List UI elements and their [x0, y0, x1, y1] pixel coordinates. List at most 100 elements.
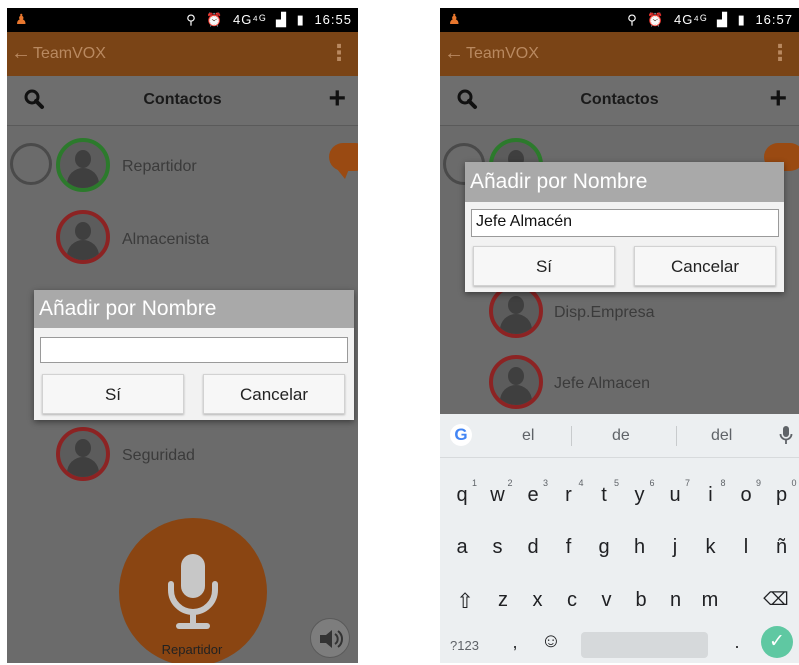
- person-alert-icon: ♟: [15, 11, 28, 27]
- chat-bubble-icon[interactable]: [329, 143, 358, 179]
- key-i[interactable]: i8: [698, 478, 725, 507]
- key-u[interactable]: u7: [662, 478, 690, 507]
- key-hint: 7: [684, 478, 690, 488]
- key-y[interactable]: y6: [627, 478, 655, 507]
- contact-row[interactable]: Jefe Almacen: [440, 353, 799, 413]
- key-z[interactable]: z: [490, 589, 516, 612]
- key-j[interactable]: j: [662, 536, 688, 559]
- name-input[interactable]: Jefe Almacén: [471, 209, 779, 237]
- symbols-key[interactable]: ?123: [450, 638, 479, 653]
- key-o[interactable]: o9: [733, 478, 761, 507]
- back-arrow-icon[interactable]: ←: [11, 42, 31, 65]
- enter-key[interactable]: ✓: [761, 626, 793, 658]
- suggestion[interactable]: del: [711, 427, 732, 445]
- key-a[interactable]: a: [449, 536, 475, 559]
- key-w[interactable]: w2: [485, 478, 512, 507]
- key-ñ[interactable]: ñ: [769, 536, 795, 559]
- key-e[interactable]: e3: [520, 478, 548, 507]
- back-arrow-icon[interactable]: ←: [444, 42, 464, 65]
- key-n[interactable]: n: [663, 589, 689, 612]
- key-d[interactable]: d: [520, 536, 546, 559]
- yes-button[interactable]: Sí: [473, 246, 615, 286]
- comma-key[interactable]: ,: [502, 632, 528, 653]
- key-v[interactable]: v: [594, 589, 620, 612]
- status-bar: ♟ ⚲ ⏰ 4G⁴ᴳ ▟ ▮ 16:57: [440, 8, 799, 32]
- suggestion[interactable]: el: [522, 427, 534, 445]
- key-g[interactable]: g: [591, 536, 617, 559]
- app-title: TeamVOX: [466, 45, 539, 62]
- key-t[interactable]: t5: [591, 478, 619, 507]
- contact-avatar: [489, 284, 543, 338]
- contacts-title: Contactos: [580, 91, 659, 108]
- battery-icon: ▮: [737, 12, 746, 27]
- screen-add-by-name-empty: ♟ ⚲ ⏰ 4G⁴ᴳ ▟ ▮ 16:55 ← TeamVOX ⋮ Contact…: [7, 8, 358, 663]
- key-hint: 0: [791, 478, 797, 488]
- contact-avatar: [56, 210, 110, 264]
- key-k[interactable]: k: [698, 536, 724, 559]
- contact-avatar: [56, 427, 110, 481]
- contact-avatar: [489, 355, 543, 409]
- voice-input-icon[interactable]: [779, 425, 793, 450]
- key-l[interactable]: l: [733, 536, 759, 559]
- speaker-icon: [320, 630, 343, 648]
- cancel-button[interactable]: Cancelar: [203, 374, 345, 414]
- shift-key[interactable]: ⇧: [452, 589, 478, 614]
- signal-icon: ▟: [276, 12, 288, 27]
- key-hint: 4: [578, 478, 584, 488]
- overflow-menu-icon[interactable]: ⋮: [769, 40, 791, 66]
- key-f[interactable]: f: [556, 536, 582, 559]
- app-title: TeamVOX: [33, 45, 106, 62]
- key-hint: 2: [507, 478, 513, 488]
- key-q[interactable]: q1: [449, 478, 477, 507]
- alarm-icon: ⏰: [647, 12, 665, 27]
- backspace-key[interactable]: ⌫: [763, 589, 789, 610]
- key-c[interactable]: c: [559, 589, 585, 612]
- key-b[interactable]: b: [628, 589, 654, 612]
- overflow-menu-icon[interactable]: ⋮: [328, 40, 350, 66]
- alarm-icon: ⏰: [206, 12, 224, 27]
- contact-row[interactable]: Almacenista: [7, 208, 358, 268]
- dialog-title: Añadir por Nombre: [465, 162, 784, 202]
- contact-row[interactable]: Seguridad: [7, 425, 358, 485]
- key-hint: 3: [542, 478, 548, 488]
- contact-name: Jefe Almacen: [554, 375, 651, 392]
- key-hint: 6: [649, 478, 655, 488]
- dialog-title: Añadir por Nombre: [34, 290, 354, 328]
- key-hint: 1: [471, 478, 477, 488]
- yes-button[interactable]: Sí: [42, 374, 184, 414]
- contact-avatar: [56, 138, 110, 192]
- key-x[interactable]: x: [525, 589, 551, 612]
- period-key[interactable]: .: [724, 632, 750, 653]
- location-icon: ⚲: [186, 12, 197, 27]
- key-r[interactable]: r4: [556, 478, 583, 507]
- key-p[interactable]: p0: [769, 478, 797, 507]
- app-bar: ← TeamVOX ⋮: [440, 32, 799, 76]
- key-m[interactable]: m: [697, 589, 723, 612]
- add-contact-button[interactable]: +: [769, 82, 787, 116]
- google-icon[interactable]: G: [450, 424, 472, 446]
- contact-name: Disp.Empresa: [554, 304, 655, 321]
- network-indicator: 4G⁴ᴳ: [674, 12, 708, 27]
- contact-name: Repartidor: [122, 158, 197, 175]
- speaker-button[interactable]: [310, 618, 350, 658]
- cancel-button[interactable]: Cancelar: [634, 246, 776, 286]
- add-contact-button[interactable]: +: [328, 82, 346, 116]
- name-input[interactable]: [40, 337, 348, 363]
- contacts-header: Contactos +: [440, 76, 799, 126]
- status-time: 16:57: [755, 12, 793, 27]
- status-time: 16:55: [314, 12, 352, 27]
- signal-icon: ▟: [717, 12, 729, 27]
- battery-icon: ▮: [296, 12, 305, 27]
- add-by-name-dialog: Añadir por Nombre Sí Cancelar: [34, 290, 354, 420]
- suggestion[interactable]: de: [612, 427, 630, 445]
- emoji-key[interactable]: ☺: [538, 630, 564, 653]
- app-bar: ← TeamVOX ⋮: [7, 32, 358, 76]
- microphone-icon: [168, 554, 218, 629]
- location-icon: ⚲: [627, 12, 638, 27]
- screen-add-by-name-typing: ♟ ⚲ ⏰ 4G⁴ᴳ ▟ ▮ 16:57 ← TeamVOX ⋮ Contact…: [440, 8, 799, 663]
- key-hint: 9: [755, 478, 761, 488]
- contact-row[interactable]: Repartidor: [7, 136, 358, 196]
- key-h[interactable]: h: [627, 536, 653, 559]
- space-bar[interactable]: [581, 632, 708, 658]
- key-s[interactable]: s: [485, 536, 511, 559]
